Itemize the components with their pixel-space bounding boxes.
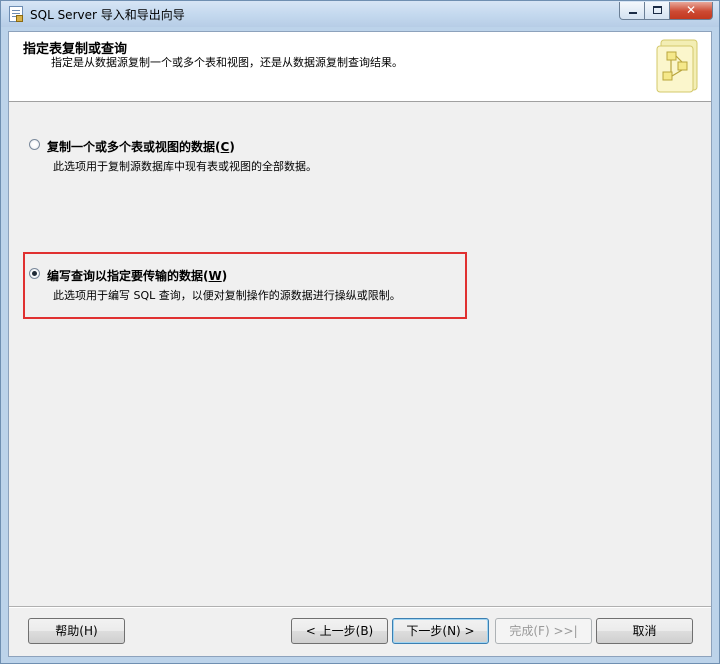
- highlight-annotation: [23, 252, 467, 319]
- wizard-body: 指定表复制或查询 指定是从数据源复制一个或多个表和视图，还是从数据源复制查询结果…: [8, 31, 712, 657]
- window-title: SQL Server 导入和导出向导: [30, 8, 185, 22]
- app-icon: [9, 6, 23, 22]
- copy-tables-description: 此选项用于复制源数据库中现有表或视图的全部数据。: [53, 160, 317, 173]
- close-icon: ✕: [685, 3, 697, 17]
- next-button[interactable]: 下一步(N) >: [392, 618, 489, 644]
- wizard-window: SQL Server 导入和导出向导 ✕ 指定表复制或查询 指定是从数据源复制一…: [0, 0, 720, 664]
- finish-button: 完成(F) >>|: [495, 618, 592, 644]
- close-button[interactable]: ✕: [670, 2, 713, 20]
- minimize-icon: [629, 12, 637, 14]
- page-subtitle: 指定是从数据源复制一个或多个表和视图，还是从数据源复制查询结果。: [51, 56, 403, 69]
- cancel-button[interactable]: 取消: [596, 618, 693, 644]
- window-controls: ✕: [619, 2, 713, 20]
- title-bar[interactable]: SQL Server 导入和导出向导 ✕: [1, 1, 719, 27]
- footer-divider: [9, 606, 711, 608]
- copy-tables-radio[interactable]: [29, 139, 40, 150]
- wizard-header: 指定表复制或查询 指定是从数据源复制一个或多个表和视图，还是从数据源复制查询结果…: [9, 32, 711, 102]
- maximize-button[interactable]: [645, 2, 670, 20]
- copy-tables-label[interactable]: 复制一个或多个表或视图的数据(C): [47, 138, 235, 155]
- write-query-label[interactable]: 编写查询以指定要传输的数据(W): [47, 267, 227, 284]
- maximize-icon: [653, 6, 662, 14]
- back-button[interactable]: < 上一步(B): [291, 618, 388, 644]
- help-button[interactable]: 帮助(H): [28, 618, 125, 644]
- write-query-radio[interactable]: [29, 268, 40, 279]
- minimize-button[interactable]: [619, 2, 645, 20]
- write-query-description: 此选项用于编写 SQL 查询，以便对复制操作的源数据进行操纵或限制。: [53, 289, 401, 302]
- wizard-graphic-icon: [656, 39, 698, 93]
